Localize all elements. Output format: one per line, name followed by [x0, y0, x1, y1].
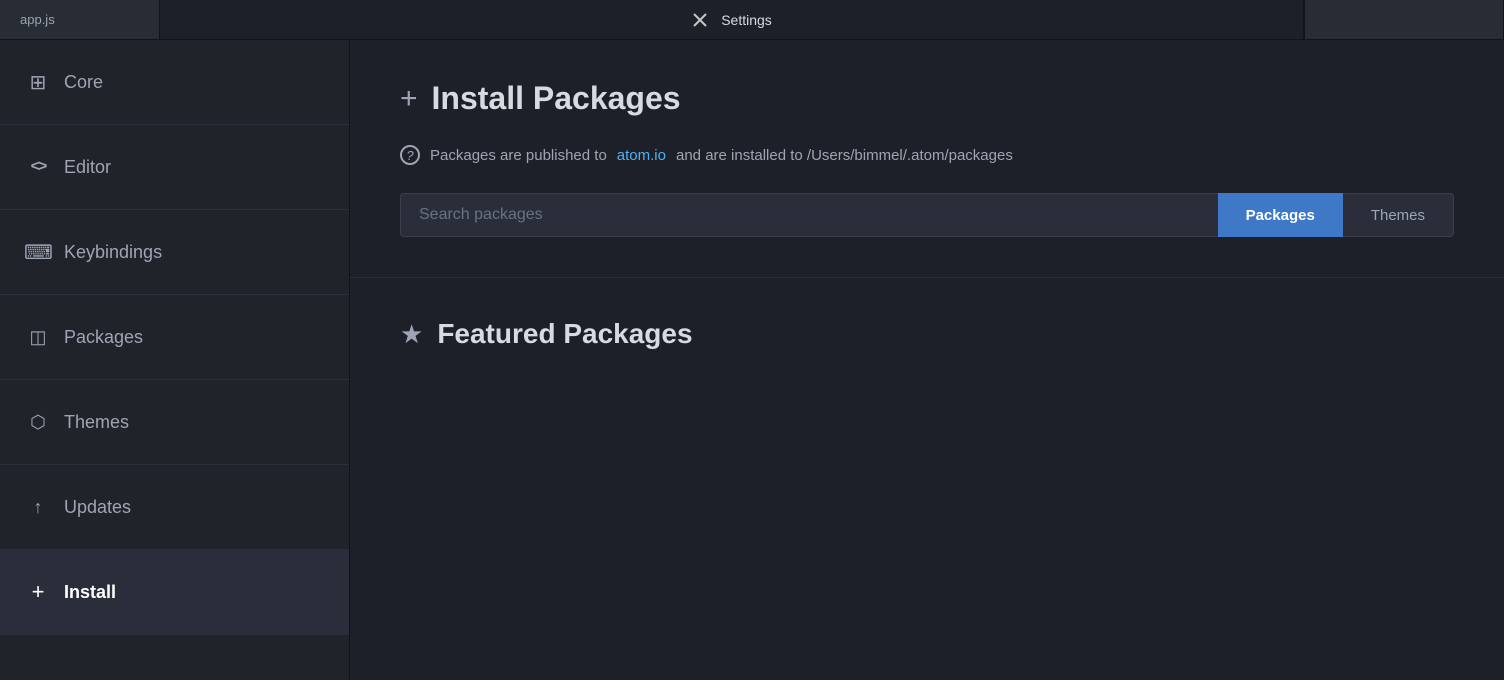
featured-title: ★ Featured Packages	[400, 318, 1454, 350]
sidebar-item-keybindings[interactable]: ⌨ Keybindings	[0, 210, 349, 295]
tab-right[interactable]	[1304, 0, 1504, 39]
theme-icon: ⬡	[24, 412, 52, 433]
search-packages-input[interactable]	[400, 193, 1218, 237]
tab-file[interactable]: app.js	[0, 0, 160, 39]
main-layout: ⊞ Core <> Editor ⌨ Keybindings ◫ Package…	[0, 40, 1504, 680]
wrench-x-icon	[691, 11, 709, 29]
settings-tab-label: Settings	[721, 12, 772, 28]
featured-packages-section: ★ Featured Packages	[350, 278, 1504, 390]
search-row: Packages Themes	[400, 193, 1454, 237]
sliders-icon: ⊞	[24, 70, 52, 95]
sidebar-label-editor: Editor	[64, 157, 111, 178]
content-area: + Install Packages ? Packages are publis…	[350, 40, 1504, 680]
install-section-title: + Install Packages	[400, 80, 1454, 117]
star-icon: ★	[400, 319, 423, 350]
sidebar-label-packages: Packages	[64, 327, 143, 348]
cloud-upload-icon: ↑	[24, 497, 52, 518]
sidebar-item-editor[interactable]: <> Editor	[0, 125, 349, 210]
info-circle-icon: ?	[400, 145, 420, 165]
tab-settings[interactable]: Settings	[160, 0, 1304, 39]
sidebar: ⊞ Core <> Editor ⌨ Keybindings ◫ Package…	[0, 40, 350, 680]
sidebar-label-core: Core	[64, 72, 103, 93]
code-icon: <>	[24, 158, 52, 176]
tab-bar: app.js Settings	[0, 0, 1504, 40]
tab-file-label: app.js	[20, 12, 55, 27]
sidebar-label-install: Install	[64, 582, 116, 603]
info-text-after: and are installed to /Users/bimmel/.atom…	[676, 147, 1013, 164]
sidebar-item-themes[interactable]: ⬡ Themes	[0, 380, 349, 465]
install-title-plus-icon: +	[400, 82, 418, 116]
info-row: ? Packages are published to atom.io and …	[400, 145, 1454, 165]
sidebar-item-packages[interactable]: ◫ Packages	[0, 295, 349, 380]
themes-filter-button[interactable]: Themes	[1343, 193, 1454, 237]
install-packages-section: + Install Packages ? Packages are publis…	[350, 40, 1504, 278]
package-icon: ◫	[24, 327, 52, 348]
plus-icon: +	[24, 579, 52, 605]
sidebar-label-updates: Updates	[64, 497, 131, 518]
sidebar-label-themes: Themes	[64, 412, 129, 433]
atom-io-link[interactable]: atom.io	[617, 147, 666, 164]
info-text-before: Packages are published to	[430, 147, 607, 164]
keyboard-icon: ⌨	[24, 240, 52, 265]
sidebar-item-core[interactable]: ⊞ Core	[0, 40, 349, 125]
packages-filter-button[interactable]: Packages	[1218, 193, 1343, 237]
featured-packages-heading: Featured Packages	[437, 318, 692, 350]
sidebar-item-install[interactable]: + Install	[0, 550, 349, 635]
sidebar-item-updates[interactable]: ↑ Updates	[0, 465, 349, 550]
sidebar-label-keybindings: Keybindings	[64, 242, 162, 263]
install-packages-heading: Install Packages	[432, 80, 681, 117]
